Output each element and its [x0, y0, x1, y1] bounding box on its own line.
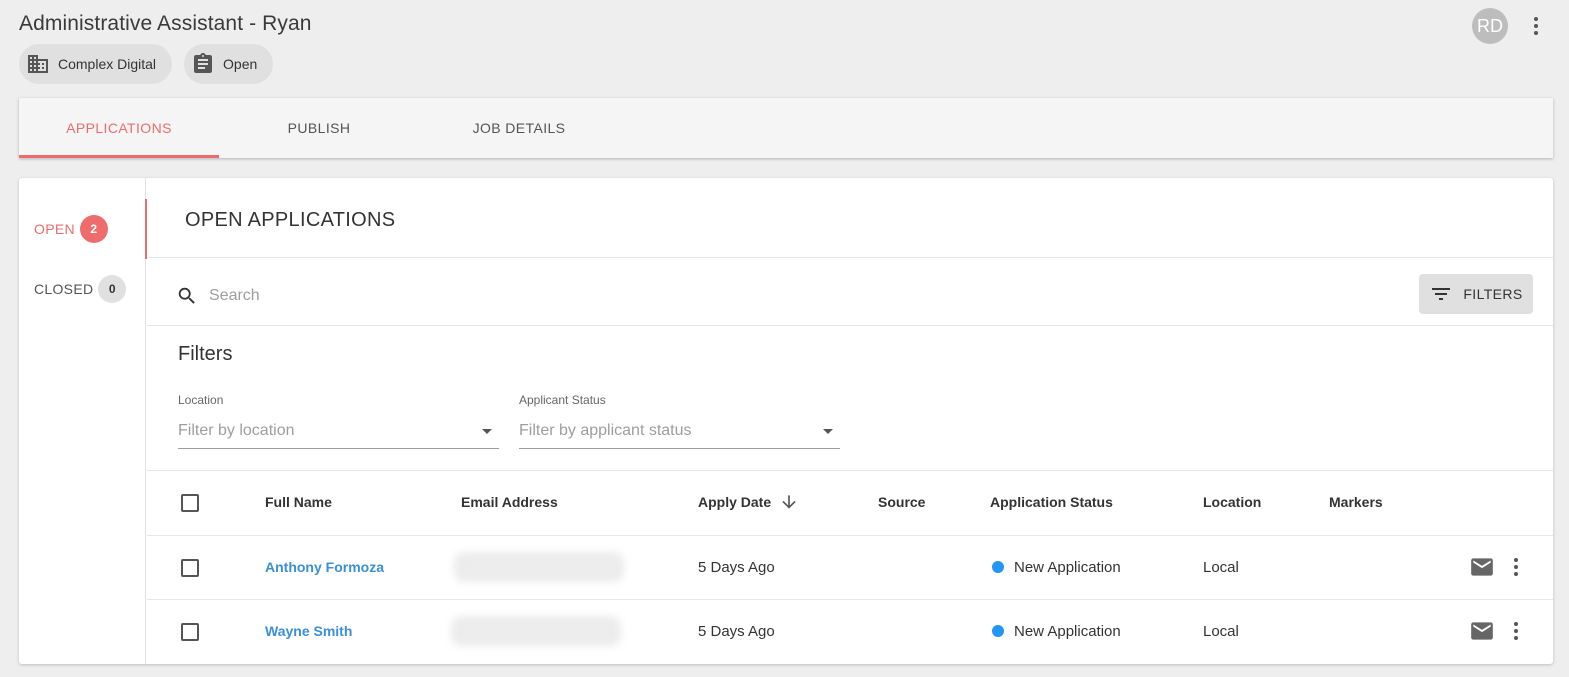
- count-badge: 0: [98, 275, 127, 303]
- filters-title: Filters: [178, 343, 233, 365]
- column-header-markers[interactable]: Markers: [1329, 494, 1383, 510]
- applicant-status-filter-label: Applicant Status: [519, 393, 606, 407]
- divider: [147, 325, 1553, 326]
- apply-date: 5 Days Ago: [698, 559, 775, 576]
- dropdown-arrow-icon: [823, 429, 833, 434]
- status-dot-icon: [992, 625, 1004, 637]
- mail-icon[interactable]: [1469, 618, 1495, 644]
- row-checkbox[interactable]: [181, 559, 199, 577]
- column-header-location[interactable]: Location: [1203, 494, 1261, 510]
- sidebar-item-label: OPEN: [34, 221, 75, 237]
- company-chip-label: Complex Digital: [58, 56, 157, 72]
- sidebar-item-open[interactable]: OPEN 2: [19, 199, 147, 259]
- more-vert-icon[interactable]: [1524, 14, 1548, 38]
- application-status: New Application: [1014, 559, 1121, 576]
- filters-button[interactable]: FILTERS: [1419, 274, 1533, 314]
- status-chip[interactable]: Open: [184, 44, 274, 84]
- location-filter-label: Location: [178, 393, 224, 407]
- applicant-name-link[interactable]: Anthony Formoza: [265, 559, 384, 575]
- column-header-application-status[interactable]: Application Status: [990, 494, 1113, 510]
- chip-row: Complex Digital Open: [19, 44, 312, 84]
- applicant-status-filter: Applicant Status Filter by applicant sta…: [519, 393, 840, 451]
- row-checkbox[interactable]: [181, 623, 199, 641]
- company-chip[interactable]: Complex Digital: [19, 44, 173, 84]
- divider: [147, 257, 1553, 258]
- location-select[interactable]: Filter by location: [178, 413, 499, 449]
- dropdown-arrow-icon: [482, 429, 492, 434]
- apply-date: 5 Days Ago: [698, 623, 775, 640]
- divider: [147, 470, 1553, 471]
- email-redacted: [451, 616, 621, 646]
- section-title: OPEN APPLICATIONS: [185, 209, 396, 231]
- location-select-placeholder: Filter by location: [178, 421, 295, 439]
- applicant-location: Local: [1203, 623, 1239, 640]
- main-panel: OPEN APPLICATIONS FILTERS Filters Locati…: [147, 178, 1553, 664]
- clipboard-icon: [194, 53, 213, 73]
- column-header-full-name[interactable]: Full Name: [265, 494, 332, 510]
- applicant-location: Local: [1203, 559, 1239, 576]
- more-vert-icon[interactable]: [1504, 619, 1528, 643]
- email-redacted: [454, 552, 624, 582]
- status-sidebar: OPEN 2 CLOSED 0: [19, 178, 147, 664]
- location-filter: Location Filter by location: [178, 393, 499, 451]
- tabs-bar: APPLICATIONS PUBLISH JOB DETAILS: [19, 98, 1553, 158]
- applications-card: OPEN 2 CLOSED 0 OPEN APPLICATIONS FILTER…: [19, 178, 1553, 664]
- sidebar-item-label: CLOSED: [34, 281, 94, 297]
- page-title: Administrative Assistant - Ryan: [19, 12, 312, 35]
- applicant-name-link[interactable]: Wayne Smith: [265, 623, 352, 639]
- applicant-status-select-placeholder: Filter by applicant status: [519, 421, 692, 439]
- divider: [147, 535, 1553, 536]
- filter-list-icon: [1432, 288, 1451, 300]
- tab-publish[interactable]: PUBLISH: [219, 98, 419, 158]
- count-badge: 2: [79, 215, 108, 243]
- building-icon: [28, 55, 48, 73]
- arrow-down-icon[interactable]: [779, 492, 799, 512]
- column-header-apply-date[interactable]: Apply Date: [698, 494, 771, 510]
- search-input[interactable]: [209, 282, 1109, 310]
- filters-button-label: FILTERS: [1463, 286, 1523, 302]
- column-header-source[interactable]: Source: [878, 494, 925, 510]
- status-dot-icon: [992, 561, 1004, 573]
- divider: [147, 599, 1553, 600]
- applicant-status-select[interactable]: Filter by applicant status: [519, 413, 840, 449]
- page-header: Administrative Assistant - Ryan Complex …: [19, 12, 312, 84]
- sidebar-item-closed[interactable]: CLOSED 0: [19, 259, 146, 319]
- avatar[interactable]: RD: [1472, 8, 1508, 44]
- application-status: New Application: [1014, 623, 1121, 640]
- tab-applications[interactable]: APPLICATIONS: [19, 98, 219, 158]
- mail-icon[interactable]: [1469, 554, 1495, 580]
- select-all-checkbox[interactable]: [181, 494, 199, 512]
- more-vert-icon[interactable]: [1504, 555, 1528, 579]
- tab-job-details[interactable]: JOB DETAILS: [419, 98, 619, 158]
- status-chip-label: Open: [223, 56, 258, 72]
- column-header-email[interactable]: Email Address: [461, 494, 558, 510]
- search-icon: [176, 285, 198, 307]
